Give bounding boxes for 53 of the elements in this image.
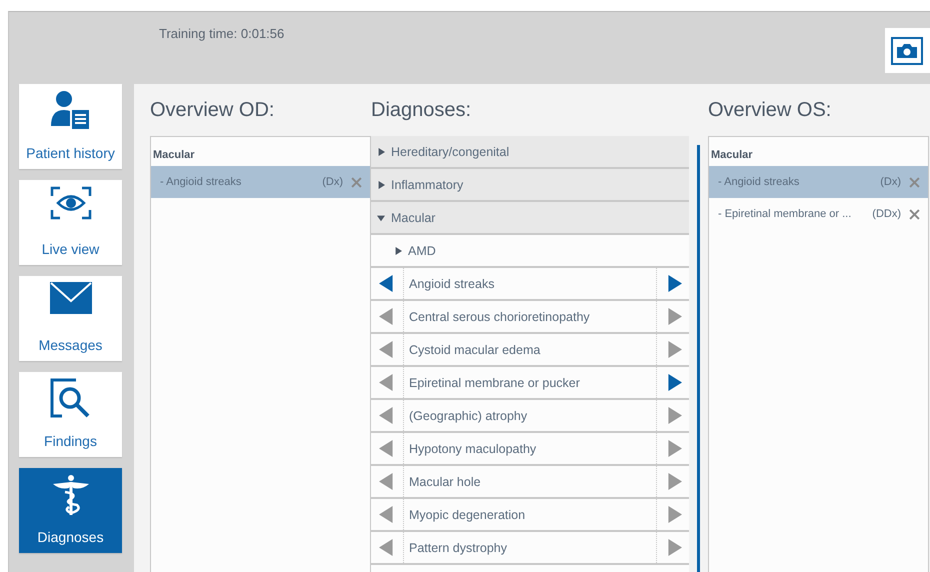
diagnosis-type: (Dx) bbox=[322, 176, 343, 188]
diagnosis-label: - Epiretinal membrane or ... bbox=[718, 208, 852, 220]
diagnosis-option: Pattern dystrophy bbox=[404, 532, 656, 563]
left-arrow-icon bbox=[378, 275, 396, 292]
nav-button[interactable]: Live view bbox=[19, 180, 122, 265]
group-label: Macular bbox=[152, 148, 196, 163]
expand-icon bbox=[394, 246, 402, 254]
remove-button[interactable] bbox=[351, 176, 362, 188]
diagnosis-label: - Angioid streaks bbox=[160, 176, 242, 188]
left-arrow-icon bbox=[378, 374, 396, 391]
panel-title: Diagnoses: bbox=[371, 98, 472, 122]
left-arrow-icon bbox=[378, 440, 396, 457]
nav-button[interactable]: Messages bbox=[19, 276, 122, 361]
panel-title: Overview OD: bbox=[150, 98, 276, 122]
left-arrow-icon bbox=[378, 341, 396, 358]
expand-icon bbox=[377, 148, 385, 156]
panel-title: Overview OS: bbox=[708, 98, 832, 122]
diagnosis-entry[interactable]: - Angioid streaks (Dx) bbox=[151, 166, 370, 198]
diagnosis-option: Angioid streaks bbox=[404, 268, 656, 299]
diagnosis-type: (Dx) bbox=[880, 176, 901, 188]
expand-icon bbox=[377, 180, 385, 188]
camera-button[interactable] bbox=[885, 28, 930, 73]
diagnosis-label: - Angioid streaks bbox=[718, 176, 800, 188]
diagnosis-option: Macular hole bbox=[404, 466, 656, 497]
category-row[interactable]: Hereditary/congenital bbox=[371, 136, 689, 169]
left-arrow-icon bbox=[378, 539, 396, 556]
nav-button[interactable]: Patient history bbox=[19, 84, 122, 169]
nav-button[interactable]: Diagnoses bbox=[19, 468, 122, 553]
expand-icon bbox=[377, 214, 385, 222]
category-row[interactable]: Macular bbox=[371, 202, 689, 235]
group-label: Macular bbox=[710, 148, 754, 163]
diagnosis-entry[interactable]: - Epiretinal membrane or ... (DDx) bbox=[709, 198, 928, 230]
diagnosis-entry[interactable]: - Angioid streaks (Dx) bbox=[709, 166, 928, 198]
nav-button[interactable]: Findings bbox=[19, 372, 122, 457]
diagnosis-option: Epiretinal membrane or pucker bbox=[404, 367, 656, 398]
diagnosis-type: (DDx) bbox=[872, 208, 901, 220]
person-document-icon bbox=[50, 90, 92, 132]
diagnosis-option: Central serous chorioretinopathy bbox=[404, 301, 656, 332]
left-arrow-icon bbox=[378, 506, 396, 523]
training-time: Training time: 0:01:56 bbox=[159, 26, 284, 41]
remove-button[interactable] bbox=[909, 176, 920, 188]
diagnosis-option: (Geographic) atrophy bbox=[404, 400, 656, 431]
document-search-icon bbox=[50, 378, 92, 420]
left-arrow-icon bbox=[378, 407, 396, 424]
category-row[interactable]: Inflammatory bbox=[371, 169, 689, 202]
left-arrow-icon bbox=[378, 473, 396, 490]
diagnosis-option: Myopic degeneration bbox=[404, 499, 656, 530]
remove-button[interactable] bbox=[909, 208, 920, 220]
diagnosis-option: Hypotony maculopathy bbox=[404, 433, 656, 464]
left-arrow-icon bbox=[378, 308, 396, 325]
envelope-icon bbox=[50, 282, 92, 314]
eye-icon bbox=[50, 186, 92, 220]
diagnosis-option: Cystoid macular edema bbox=[404, 334, 656, 365]
